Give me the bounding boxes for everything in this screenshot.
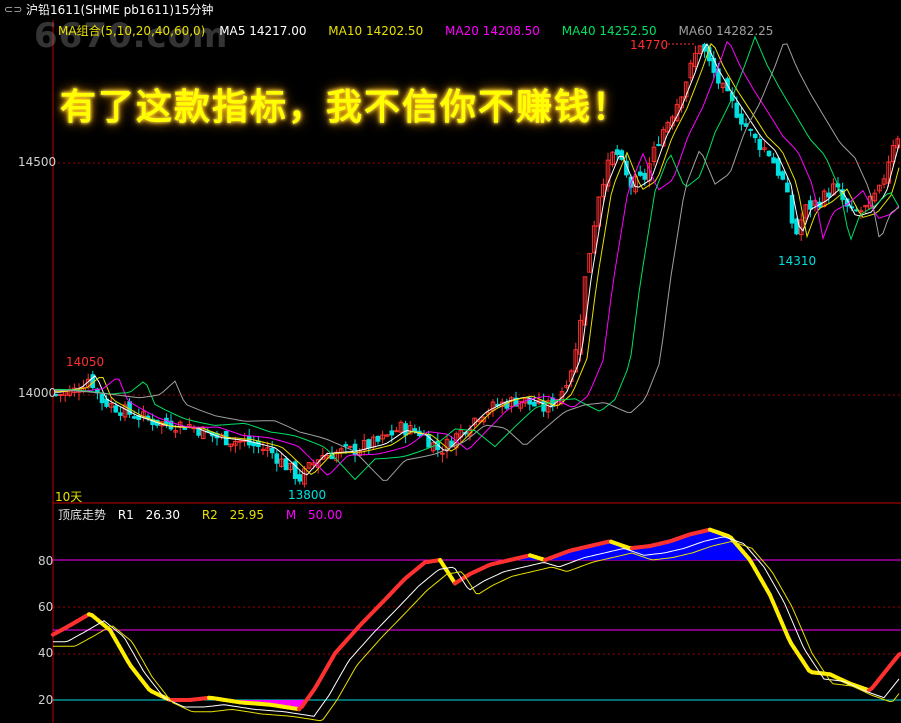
r1-label: R1 xyxy=(117,508,134,522)
m-value: 50.00 xyxy=(308,508,343,522)
candle-body xyxy=(113,405,119,413)
candle-body xyxy=(858,210,864,213)
ma40-value: MA40 14252.50 xyxy=(561,24,657,38)
candle-body xyxy=(734,102,740,118)
candle-body xyxy=(780,171,786,180)
candle-body xyxy=(808,200,813,210)
candle-body xyxy=(99,393,105,404)
candle-body xyxy=(297,474,303,482)
candle-body xyxy=(748,128,753,131)
candle-body xyxy=(269,447,275,454)
candle-body xyxy=(775,158,781,176)
local-high-label: 14050 xyxy=(66,355,105,369)
ma-legend-label: MA组合(5,10,20,40,60,0) xyxy=(58,24,206,38)
candle-body xyxy=(283,458,289,471)
r2-label: R2 xyxy=(201,508,218,522)
candle-body xyxy=(389,430,395,436)
indicator-legend: 顶底走势 R1 26.30 R2 25.95 M 50.00 xyxy=(58,506,350,523)
period-label: 10天 xyxy=(55,490,83,504)
candle-body xyxy=(771,157,776,164)
candle-body xyxy=(785,182,790,193)
r1-value: 26.30 xyxy=(145,508,181,522)
candle-body xyxy=(642,172,648,180)
candle-body xyxy=(789,194,795,224)
ma60-value: MA60 14282.25 xyxy=(678,24,774,38)
candle-body xyxy=(251,442,257,447)
candle-body xyxy=(739,113,744,125)
candle-body xyxy=(58,393,63,396)
ma-legend: MA组合(5,10,20,40,60,0) MA5 14217.00 MA10 … xyxy=(58,22,783,39)
indicator-name: 顶底走势 xyxy=(58,508,107,522)
candle-body xyxy=(656,144,661,147)
candle-body xyxy=(394,430,399,433)
candle-body xyxy=(348,445,353,448)
ma5-value: MA5 14217.00 xyxy=(219,24,307,38)
indicator-top-fill xyxy=(53,529,900,560)
ind-axis-label-40: 40 xyxy=(38,646,54,660)
candle-body xyxy=(826,192,832,198)
m-label: M xyxy=(285,508,297,522)
candle-body xyxy=(403,423,408,436)
candle-body xyxy=(766,150,772,157)
ind-axis-label-60: 60 xyxy=(38,600,54,614)
price-axis-label-14000: 14000 xyxy=(18,386,57,400)
r1-line xyxy=(53,536,900,717)
high-price-label: 14770 xyxy=(630,38,669,52)
ind-axis-label-20: 20 xyxy=(38,693,54,707)
candle-body xyxy=(343,444,349,447)
ma20-value: MA20 14208.50 xyxy=(445,24,540,38)
low-price-label: 13800 xyxy=(288,488,327,502)
candle-body xyxy=(541,400,546,412)
candle-body xyxy=(614,149,620,155)
right-low-label: 14310 xyxy=(778,254,817,268)
price-axis-label-14500: 14500 xyxy=(18,155,57,169)
candle-body xyxy=(752,133,758,139)
r2-line xyxy=(53,541,900,722)
candle-body xyxy=(757,138,763,151)
ind-axis-label-80: 80 xyxy=(38,554,54,568)
candle-body xyxy=(532,401,537,407)
promo-banner: 有了这款指标，我不信你不赚钱！ xyxy=(60,87,631,128)
candle-body xyxy=(637,171,643,176)
candle-body xyxy=(375,435,381,442)
candle-body xyxy=(118,412,123,416)
ma10-value: MA10 14202.50 xyxy=(328,24,424,38)
candle-body xyxy=(412,428,418,432)
candle-body xyxy=(366,439,372,449)
r2-value: 25.95 xyxy=(229,508,265,522)
candle-body xyxy=(131,416,137,419)
candle-body xyxy=(274,453,280,464)
candle-body xyxy=(619,150,625,160)
